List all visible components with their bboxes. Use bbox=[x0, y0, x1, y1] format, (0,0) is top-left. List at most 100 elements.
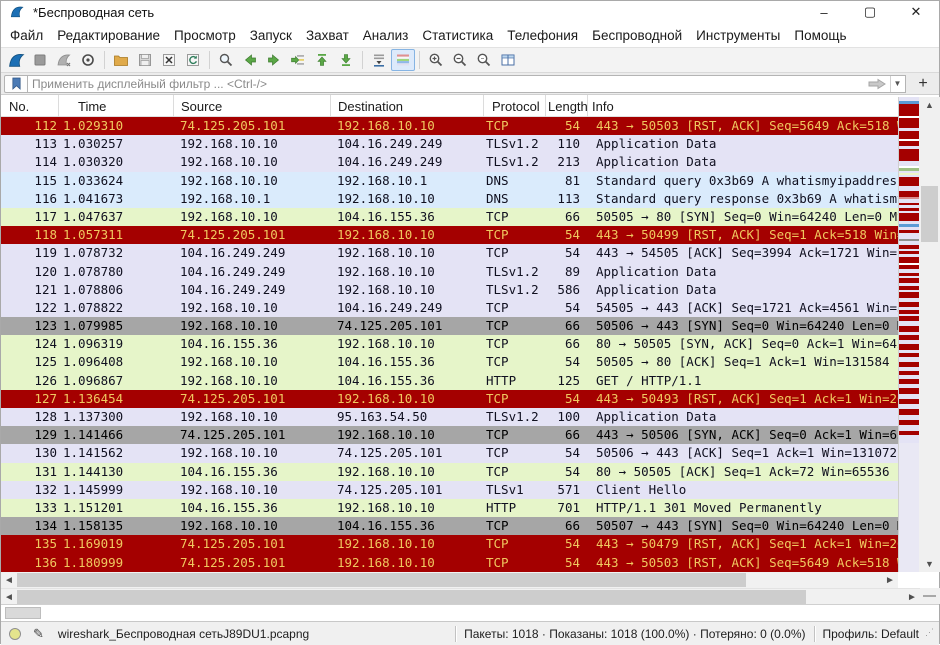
scroll-right-arrow[interactable]: ► bbox=[904, 589, 920, 605]
menu-item-2[interactable]: Редактирование bbox=[50, 25, 167, 46]
column-header-protocol[interactable]: Protocol bbox=[484, 95, 546, 117]
menu-item-7[interactable]: Статистика bbox=[415, 25, 500, 46]
column-header-info[interactable]: Info bbox=[588, 95, 898, 117]
cell-length: 54 bbox=[546, 353, 588, 371]
maximize-button[interactable]: ▢ bbox=[847, 1, 893, 23]
close-button[interactable]: ✕ bbox=[893, 1, 939, 23]
table-row[interactable]: 1211.078806104.16.249.249192.168.10.10TL… bbox=[1, 281, 898, 299]
scroll-left-arrow[interactable]: ◄ bbox=[1, 589, 17, 605]
table-row[interactable]: 1221.078822192.168.10.10104.16.249.249TC… bbox=[1, 299, 898, 317]
splitter-handle[interactable] bbox=[923, 595, 936, 597]
table-row[interactable]: 1261.096867192.168.10.10104.16.155.36HTT… bbox=[1, 372, 898, 390]
table-row[interactable]: 1351.16901974.125.205.101192.168.10.10TC… bbox=[1, 535, 898, 553]
table-row[interactable]: 1201.078780104.16.249.249192.168.10.10TL… bbox=[1, 263, 898, 281]
table-row[interactable]: 1141.030320192.168.10.10104.16.249.249TL… bbox=[1, 153, 898, 171]
table-row[interactable]: 1171.047637192.168.10.10104.16.155.36TCP… bbox=[1, 208, 898, 226]
vertical-scroll-thumb[interactable] bbox=[921, 186, 938, 242]
zoom-out-button[interactable] bbox=[448, 49, 472, 71]
hscroll-thumb[interactable] bbox=[17, 590, 806, 604]
add-filter-button[interactable]: + bbox=[912, 75, 934, 93]
hscroll-thumb[interactable] bbox=[17, 573, 746, 587]
auto-scroll-button[interactable] bbox=[367, 49, 391, 71]
cell-no: 120 bbox=[1, 263, 59, 281]
table-row[interactable]: 1161.041673192.168.10.1192.168.10.10DNS1… bbox=[1, 190, 898, 208]
packet-list-hscrollbar[interactable]: ◄ ► bbox=[1, 572, 898, 588]
minimap-stripe bbox=[899, 177, 919, 186]
apply-filter-button[interactable] bbox=[864, 76, 890, 92]
column-header-length[interactable]: Length bbox=[546, 95, 588, 117]
stop-capture-button[interactable] bbox=[28, 49, 52, 71]
table-row[interactable]: 1361.18099974.125.205.101192.168.10.10TC… bbox=[1, 554, 898, 572]
cell-info: Client Hello bbox=[588, 481, 898, 499]
wireshark-logo-icon[interactable] bbox=[9, 5, 25, 19]
table-row[interactable]: 1251.096408192.168.10.10104.16.155.36TCP… bbox=[1, 353, 898, 371]
lower-pane-hscrollbar[interactable]: ◄ ► bbox=[1, 588, 920, 604]
column-header-time[interactable]: Time bbox=[59, 95, 174, 117]
save-file-button[interactable] bbox=[133, 49, 157, 71]
go-back-button[interactable] bbox=[238, 49, 262, 71]
scroll-right-arrow[interactable]: ► bbox=[882, 572, 898, 588]
cell-no: 130 bbox=[1, 444, 59, 462]
go-forward-button[interactable] bbox=[262, 49, 286, 71]
menu-item-9[interactable]: Беспроводной bbox=[585, 25, 689, 46]
minimize-button[interactable]: – bbox=[801, 1, 847, 23]
menu-item-1[interactable]: Файл bbox=[3, 25, 50, 46]
zoom-in-button[interactable] bbox=[424, 49, 448, 71]
column-header-source[interactable]: Source bbox=[174, 95, 331, 117]
vertical-scrollbar[interactable]: ▲ ▼ bbox=[919, 97, 940, 572]
expert-info-icon[interactable] bbox=[9, 628, 21, 640]
colorize-packets-button[interactable] bbox=[391, 49, 415, 71]
table-row[interactable]: 1301.141562192.168.10.1074.125.205.101TC… bbox=[1, 444, 898, 462]
packet-minimap[interactable] bbox=[898, 97, 919, 572]
menu-item-4[interactable]: Запуск bbox=[243, 25, 299, 46]
reload-icon bbox=[185, 52, 201, 68]
pane-drag-handle[interactable] bbox=[5, 607, 41, 619]
table-row[interactable]: 1281.137300192.168.10.1095.163.54.50TLSv… bbox=[1, 408, 898, 426]
menu-item-11[interactable]: Помощь bbox=[787, 25, 853, 46]
capture-options-button[interactable] bbox=[76, 49, 100, 71]
profile-label[interactable]: Профиль: Default bbox=[823, 627, 920, 641]
scroll-left-arrow[interactable]: ◄ bbox=[1, 572, 17, 588]
cell-info: Application Data bbox=[588, 153, 898, 171]
go-last-packet-button[interactable] bbox=[334, 49, 358, 71]
table-row[interactable]: 1321.145999192.168.10.1074.125.205.101TL… bbox=[1, 481, 898, 499]
filter-bookmark-button[interactable] bbox=[4, 75, 28, 93]
close-file-button[interactable] bbox=[157, 49, 181, 71]
resize-columns-button[interactable] bbox=[496, 49, 520, 71]
cell-source: 74.125.205.101 bbox=[174, 117, 331, 135]
table-row[interactable]: 1291.14146674.125.205.101192.168.10.10TC… bbox=[1, 426, 898, 444]
resize-grip[interactable]: ⋰ bbox=[925, 627, 937, 645]
menu-item-8[interactable]: Телефония bbox=[500, 25, 585, 46]
table-row[interactable]: 1121.02931074.125.205.101192.168.10.10TC… bbox=[1, 117, 898, 135]
table-row[interactable]: 1241.096319104.16.155.36192.168.10.10TCP… bbox=[1, 335, 898, 353]
column-header-destination[interactable]: Destination bbox=[331, 95, 484, 117]
menu-item-6[interactable]: Анализ bbox=[356, 25, 416, 46]
menu-item-10[interactable]: Инструменты bbox=[689, 25, 787, 46]
menu-item-5[interactable]: Захват bbox=[299, 25, 356, 46]
table-row[interactable]: 1151.033624192.168.10.10192.168.10.1DNS8… bbox=[1, 172, 898, 190]
open-file-button[interactable] bbox=[109, 49, 133, 71]
table-row[interactable]: 1331.151201104.16.155.36192.168.10.10HTT… bbox=[1, 499, 898, 517]
find-packet-button[interactable] bbox=[214, 49, 238, 71]
zoom-normal-button[interactable] bbox=[472, 49, 496, 71]
zoom-in-icon bbox=[428, 52, 444, 68]
display-filter-input[interactable] bbox=[28, 75, 906, 93]
restart-capture-button[interactable] bbox=[52, 49, 76, 71]
go-to-packet-button[interactable] bbox=[286, 49, 310, 71]
start-capture-button[interactable] bbox=[4, 49, 28, 71]
reload-file-button[interactable] bbox=[181, 49, 205, 71]
table-row[interactable]: 1231.079985192.168.10.1074.125.205.101TC… bbox=[1, 317, 898, 335]
scroll-up-arrow[interactable]: ▲ bbox=[919, 97, 940, 113]
table-row[interactable]: 1191.078732104.16.249.249192.168.10.10TC… bbox=[1, 244, 898, 262]
scroll-down-arrow[interactable]: ▼ bbox=[919, 556, 940, 572]
table-row[interactable]: 1271.13645474.125.205.101192.168.10.10TC… bbox=[1, 390, 898, 408]
table-row[interactable]: 1131.030257192.168.10.10104.16.249.249TL… bbox=[1, 135, 898, 153]
table-row[interactable]: 1341.158135192.168.10.10104.16.155.36TCP… bbox=[1, 517, 898, 535]
table-row[interactable]: 1181.05731174.125.205.101192.168.10.10TC… bbox=[1, 226, 898, 244]
filter-dropdown-caret[interactable]: ▼ bbox=[890, 76, 904, 92]
column-header-no[interactable]: No. bbox=[1, 95, 59, 117]
table-row[interactable]: 1311.144130104.16.155.36192.168.10.10TCP… bbox=[1, 463, 898, 481]
go-first-packet-button[interactable] bbox=[310, 49, 334, 71]
capture-comment-icon[interactable]: ✎ bbox=[33, 626, 44, 642]
menu-item-3[interactable]: Просмотр bbox=[167, 25, 243, 46]
